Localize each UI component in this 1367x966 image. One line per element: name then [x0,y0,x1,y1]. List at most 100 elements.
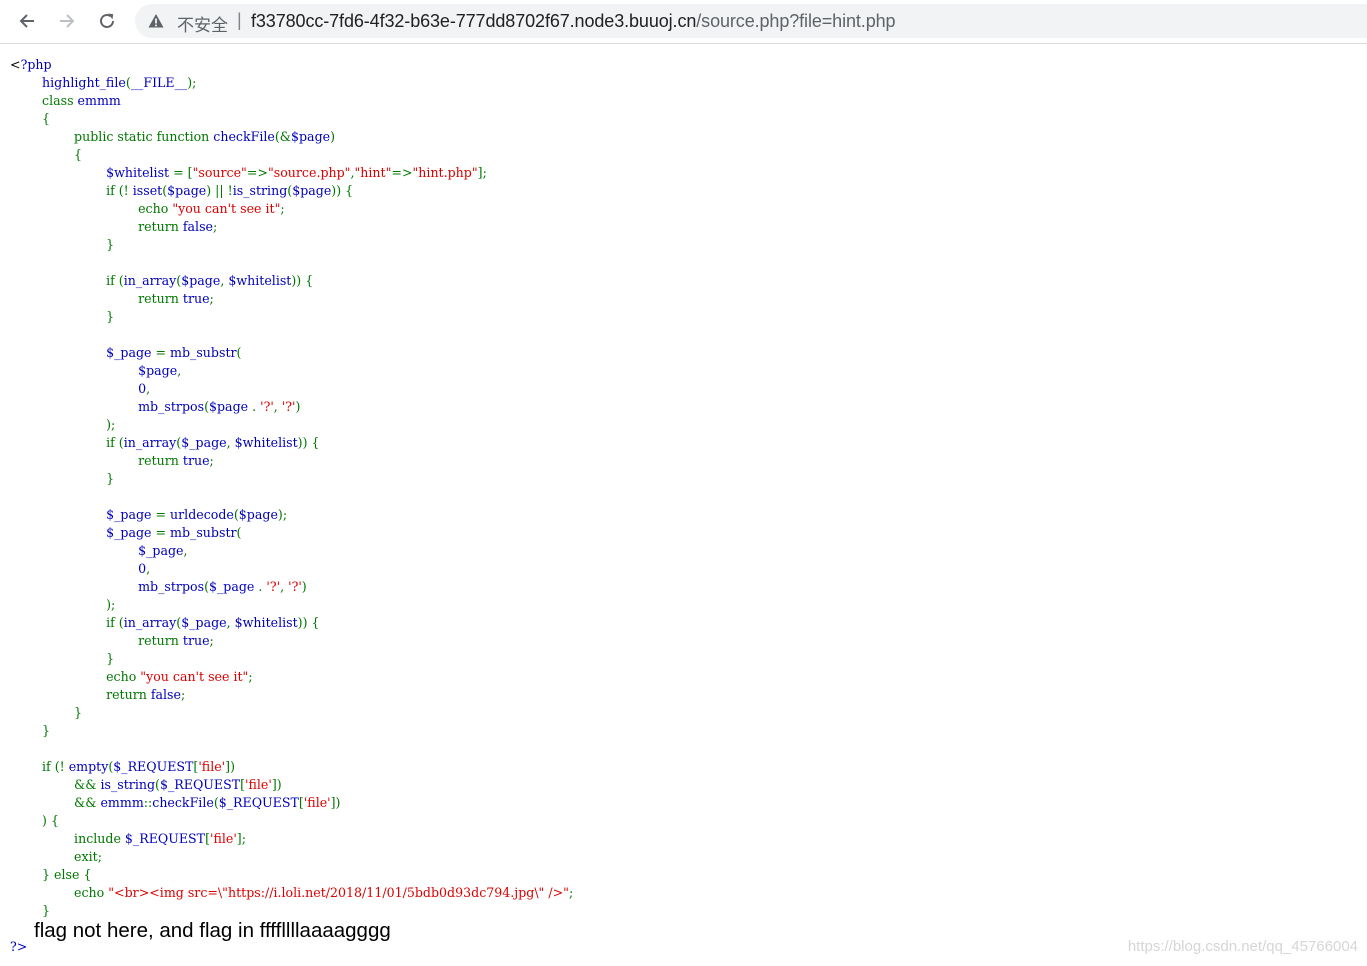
code-token-string: '?' [260,399,274,414]
code-token-keyword: ]) [271,777,282,792]
code-token-default: $_page [10,543,184,558]
code-token-default: emmm [100,795,144,810]
code-line: mb_strpos($page . '?', '?') [10,399,300,414]
code-token-keyword: exit; [10,849,102,864]
code-token-string: "source.php" [267,165,351,180]
code-token-html: < [10,57,21,72]
code-token-keyword: ]) [225,759,235,774]
code-token-keyword: = [155,525,171,540]
code-token-keyword: , [273,399,282,414]
code-line: if (! isset($page) || !is_string($page))… [10,183,353,198]
warning-icon[interactable] [148,13,164,29]
code-token-keyword: , [226,435,235,450]
code-line: return true; [10,633,214,648]
code-token-keyword: ) || ! [206,183,233,198]
code-line: $_page = mb_substr( [10,345,241,360]
code-token-default: $_REQUEST [124,831,206,846]
code-token-keyword: public static function [10,129,214,144]
code-line: return false; [10,219,217,234]
code-token-default: $page [167,183,207,198]
security-status-label[interactable]: 不安全 [177,11,228,36]
code-token-keyword: :: [143,795,153,810]
code-line: $_page = mb_substr( [10,525,241,540]
php-closing-tag: ?> [10,939,28,954]
code-token-default: $page [10,363,178,378]
code-token-string: 'file' [245,777,272,792]
code-token-keyword: } [10,237,115,252]
code-token-default: in_array [123,435,177,450]
url-text[interactable]: f33780cc-7fd6-4f32-b63e-777dd8702f67.nod… [251,11,896,32]
code-token-default: is_string [100,777,156,792]
code-token-default: $_page [181,435,227,450]
code-token-keyword: } [10,705,83,720]
code-token-default: $whitelist [10,165,174,180]
code-token-default: ?php [20,57,52,72]
code-token-keyword: ; [209,633,214,648]
code-token-default: false [150,687,181,702]
code-token-default: 0 [10,381,147,396]
address-bar[interactable]: 不安全 | f33780cc-7fd6-4f32-b63e-777dd8702f… [135,4,1367,38]
code-token-keyword: echo [10,885,109,900]
code-token-default: true [182,453,210,468]
code-token-keyword: = [155,345,171,360]
code-token-keyword: } [10,651,115,666]
code-token-keyword: ; [213,219,218,234]
code-token-keyword: ]) [330,795,341,810]
code-token-keyword: ; [209,453,214,468]
code-token-keyword: )) { [297,435,320,450]
code-token-keyword: ) [330,129,336,144]
code-token-default: checkFile [152,795,214,810]
status-separator: | [237,10,242,30]
code-token-keyword: return [10,291,183,306]
back-button[interactable] [13,7,41,35]
watermark: https://blog.csdn.net/qq_45766004 [1127,938,1358,955]
code-token-keyword: )) { [331,183,354,198]
code-token-default: $page [290,129,331,144]
code-token-string: '?' [281,399,296,414]
code-token-string: 'file' [198,759,226,774]
code-token-keyword: if (! [10,759,69,774]
code-line: 0, [10,381,150,396]
code-token-keyword: , [280,579,289,594]
code-token-keyword: ) [301,579,307,594]
code-token-keyword: if ( [10,273,124,288]
code-token-default: __FILE__ [130,75,188,90]
code-token-default: is_string [232,183,288,198]
code-token-default: $page [292,183,332,198]
code-token-keyword: if (! [10,183,133,198]
code-token-default: mb_strpos [10,399,205,414]
code-token-keyword: ); [187,75,197,90]
code-token-keyword: ) [295,399,301,414]
code-line: <?php [10,57,52,72]
code-token-keyword: if ( [10,435,124,450]
code-line: if (in_array($_page, $whitelist)) { [10,615,320,630]
code-token-keyword: ]; [477,165,487,180]
code-line: } [10,723,50,738]
code-token-keyword: . [252,399,261,414]
url-path: /source.php?file=hint.php [696,11,896,31]
code-line: include $_REQUEST['file']; [10,831,246,846]
reload-button[interactable] [93,7,121,35]
code-token-default: mb_substr [170,525,237,540]
code-line: exit; [10,849,102,864]
code-token-keyword: , [183,543,188,558]
code-line: class emmm [10,93,121,108]
code-token-keyword: return [10,687,151,702]
code-line: echo "you can't see it"; [10,669,253,684]
code-token-keyword: )) { [297,615,320,630]
code-token-keyword: if ( [10,615,124,630]
arrow-right-icon [60,14,75,28]
arrow-left-icon [19,14,34,28]
forward-button[interactable] [53,7,81,35]
code-line: if (in_array($_page, $whitelist)) { [10,435,320,450]
code-token-default: $whitelist [228,273,292,288]
code-token-default: emmm [77,93,121,108]
code-token-default: $page [208,399,253,414]
code-token-default: in_array [123,615,177,630]
code-token-default: $whitelist [234,435,298,450]
code-token-default: $_page [181,615,227,630]
code-token-default: false [182,219,214,234]
code-token-keyword: )) { [291,273,314,288]
code-token-keyword: return [10,633,183,648]
code-line: return true; [10,291,214,306]
